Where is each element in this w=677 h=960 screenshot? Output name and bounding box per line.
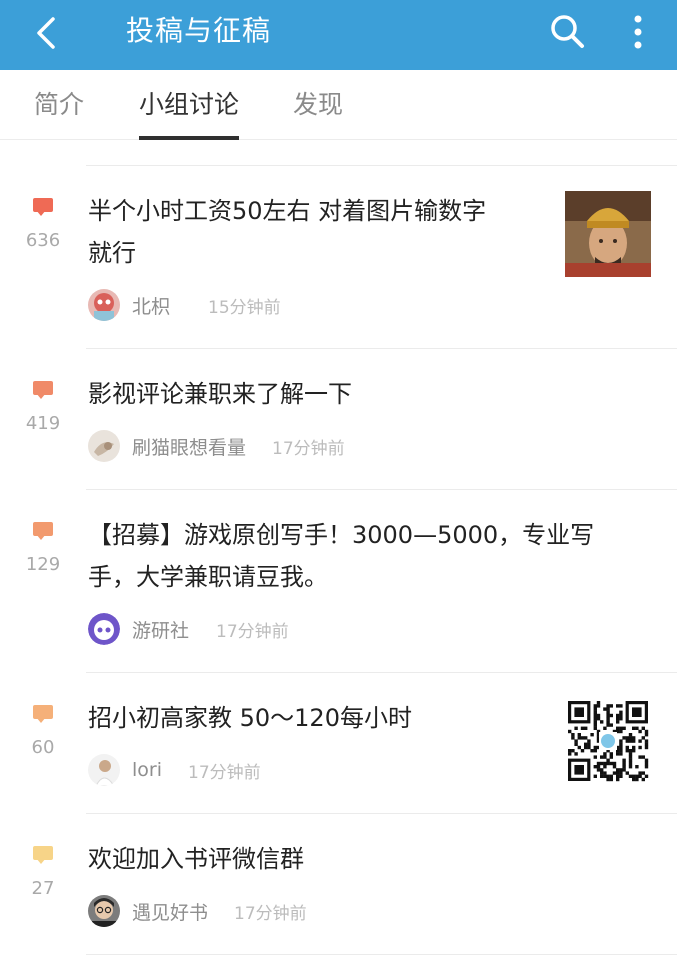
timestamp: 17分钟前 <box>188 762 261 783</box>
author-row: 游研社 17分钟前 <box>88 612 289 646</box>
author-name[interactable]: lori <box>132 759 162 781</box>
more-vertical-icon <box>634 15 642 49</box>
more-options-button[interactable] <box>620 8 656 56</box>
reply-count: 636 <box>25 230 61 251</box>
tab-intro[interactable]: 简介 <box>34 70 84 140</box>
tab-discover[interactable]: 发现 <box>293 70 343 140</box>
search-button[interactable] <box>544 8 592 56</box>
back-arrow-icon <box>37 17 55 49</box>
topic-title[interactable]: 半个小时工资50左右 对着图片输数字 就行 <box>88 190 486 274</box>
app-screen: 投稿与征稿 简介 小组讨论 发现 636 半个小时工资50左右 对着图片输数字 … <box>0 0 677 960</box>
author-row: 北枳 15分钟前 <box>88 288 281 322</box>
reply-count: 27 <box>31 878 55 899</box>
avatar[interactable] <box>88 895 120 927</box>
avatar[interactable] <box>88 613 120 645</box>
back-button[interactable] <box>22 8 72 58</box>
author-name[interactable]: 游研社 <box>132 616 189 643</box>
top-app-bar: 投稿与征稿 <box>0 0 677 70</box>
topic-title[interactable]: 欢迎加入书评微信群 <box>88 838 304 880</box>
reply-count: 60 <box>31 737 55 758</box>
topic-item[interactable]: 60 招小初高家教 50～120每小时 lori 17分钟前 <box>0 673 677 814</box>
list-divider <box>86 954 677 955</box>
topic-title[interactable]: 影视评论兼职来了解一下 <box>88 373 352 415</box>
timestamp: 17分钟前 <box>216 621 289 642</box>
avatar[interactable] <box>88 754 120 786</box>
page-title: 投稿与征稿 <box>126 14 272 47</box>
timestamp: 15分钟前 <box>208 297 281 318</box>
author-row: 遇见好书 17分钟前 <box>88 894 307 928</box>
topic-item[interactable]: 636 半个小时工资50左右 对着图片输数字 就行 北枳 15分钟前 <box>0 166 677 349</box>
author-name[interactable]: 遇见好书 <box>132 898 208 925</box>
reply-count: 419 <box>25 413 61 434</box>
topic-title[interactable]: 【招募】游戏原创写手！3000—5000，专业写 手，大学兼职请豆我。 <box>88 514 594 598</box>
author-row: 刷猫眼想看量 17分钟前 <box>88 429 345 463</box>
comment-bubble-icon <box>33 846 55 864</box>
avatar[interactable] <box>88 430 120 462</box>
comment-bubble-icon <box>33 198 55 216</box>
qr-code-image <box>568 701 649 782</box>
topic-item[interactable]: 129 【招募】游戏原创写手！3000—5000，专业写 手，大学兼职请豆我。 … <box>0 490 677 673</box>
topic-title[interactable]: 招小初高家教 50～120每小时 <box>88 697 412 739</box>
comment-bubble-icon <box>33 705 55 723</box>
topic-item[interactable]: 27 欢迎加入书评微信群 遇见好书 17分钟前 <box>0 814 677 955</box>
author-name[interactable]: 北枳 <box>132 292 170 319</box>
timestamp: 17分钟前 <box>272 438 345 459</box>
topic-item[interactable]: 419 影视评论兼职来了解一下 刷猫眼想看量 17分钟前 <box>0 349 677 490</box>
comment-bubble-icon <box>33 381 55 399</box>
author-name[interactable]: 刷猫眼想看量 <box>132 433 246 460</box>
comment-bubble-icon <box>33 522 55 540</box>
author-row: lori 17分钟前 <box>88 753 261 787</box>
topic-thumbnail[interactable] <box>565 698 651 784</box>
avatar[interactable] <box>88 289 120 321</box>
reply-count: 129 <box>25 554 61 575</box>
tab-bar: 简介 小组讨论 发现 <box>0 70 677 140</box>
search-icon <box>551 15 584 48</box>
tab-group-discussion[interactable]: 小组讨论 <box>139 70 240 140</box>
topic-thumbnail[interactable] <box>565 191 651 277</box>
timestamp: 17分钟前 <box>234 903 307 924</box>
